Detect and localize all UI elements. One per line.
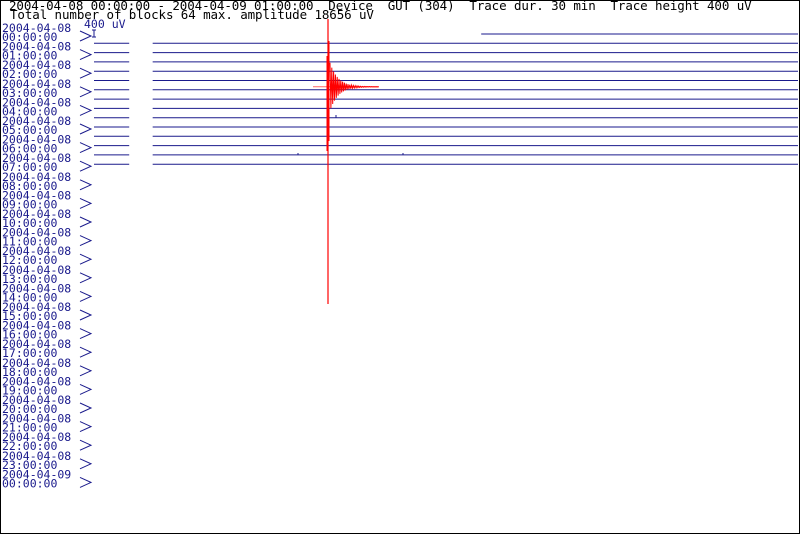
- row-chevron-icon: [79, 383, 93, 395]
- row-chevron-icon: [79, 402, 93, 414]
- row-chevron-icon: [79, 235, 93, 247]
- row-chevron-icon: [79, 328, 93, 340]
- row-chevron-icon: [79, 476, 93, 488]
- row-chevron-icon: [79, 439, 93, 451]
- helicorder-plot: 2004-04-0800:00:002004-04-0801:00:002004…: [2, 17, 798, 490]
- row-chevron-icon: [79, 104, 93, 116]
- helicorder-frame: 2004-04-08 00:00:00 - 2004-04-09 01:00:0…: [0, 0, 800, 534]
- row-chevron-icon: [79, 290, 93, 302]
- row-chevron-icon: [79, 142, 93, 154]
- row-chevron-icon: [79, 309, 93, 321]
- row-chevron-icon: [79, 346, 93, 358]
- row-chevron-icon: [79, 421, 93, 433]
- row-time-label: 00:00:00: [2, 476, 57, 490]
- row-chevron-icon: [79, 86, 93, 98]
- row-chevron-icon: [79, 272, 93, 284]
- row-chevron-icon: [79, 458, 93, 470]
- row-chevron-icon: [79, 49, 93, 61]
- row-chevron-icon: [79, 30, 93, 42]
- row-chevron-icon: [79, 253, 93, 265]
- scale-label: 400 uV: [84, 17, 126, 31]
- row-chevron-icon: [79, 179, 93, 191]
- row-chevron-icon: [79, 123, 93, 135]
- row-chevron-icon: [79, 197, 93, 209]
- row-chevron-icon: [79, 67, 93, 79]
- event-coda: [329, 62, 379, 109]
- row-chevron-icon: [79, 365, 93, 377]
- row-chevron-icon: [79, 216, 93, 228]
- row-chevron-icon: [79, 160, 93, 172]
